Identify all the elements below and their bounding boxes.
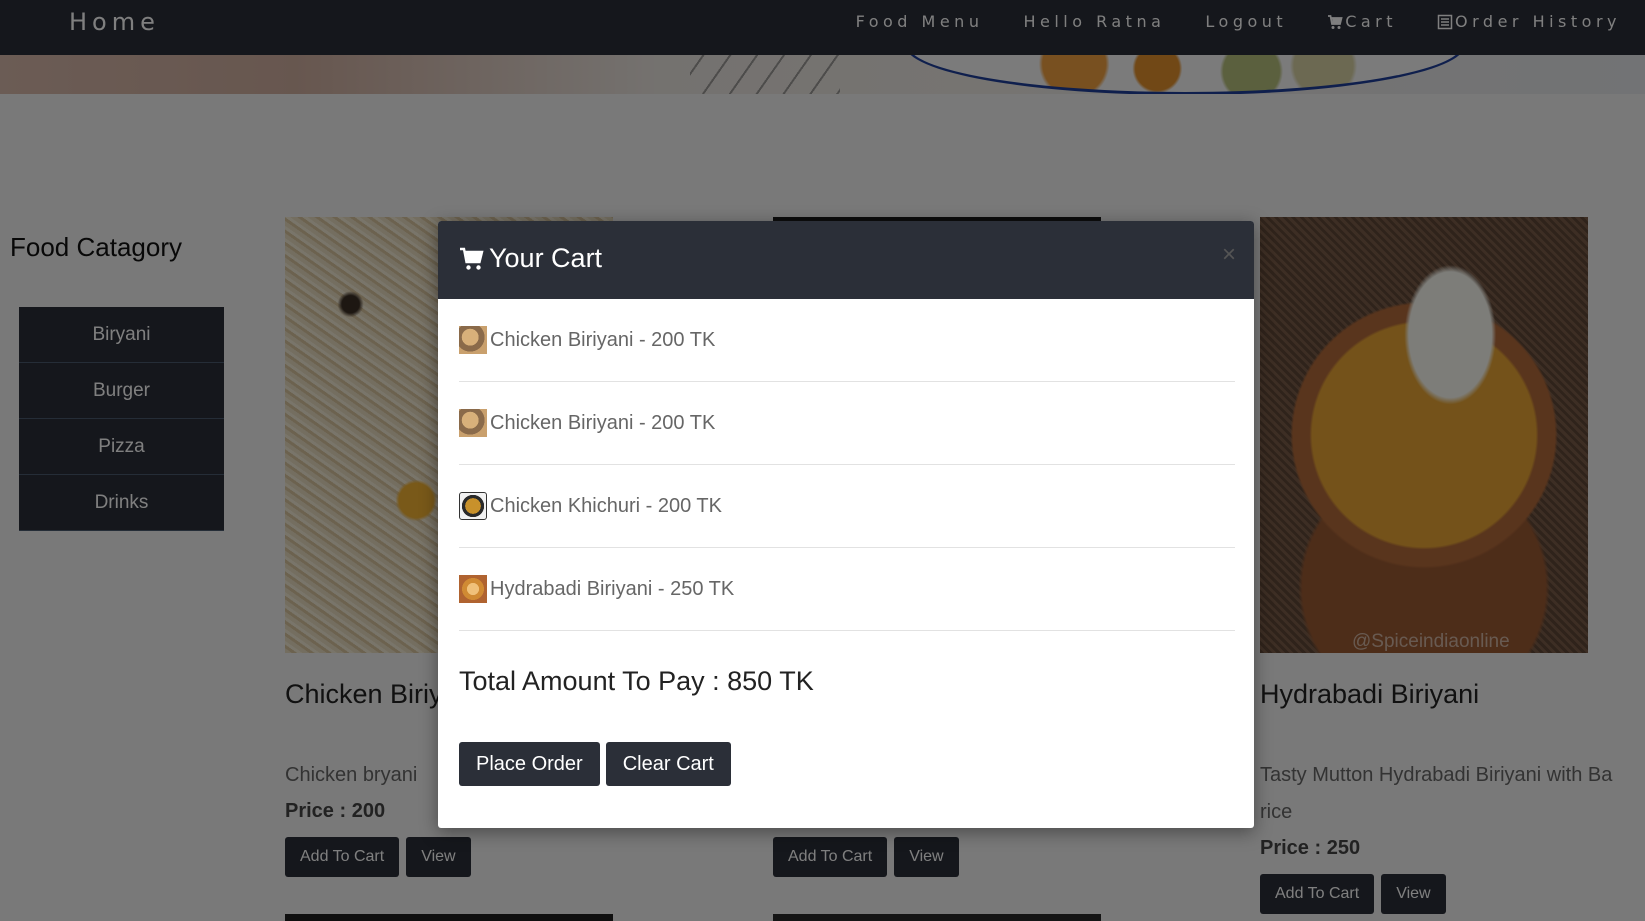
- cart-item: Chicken Biriyani - 200 TK: [459, 299, 1235, 382]
- modal-actions: Place Order Clear Cart: [459, 742, 731, 786]
- item-thumbnail: [459, 326, 487, 354]
- cart-item-label: Hydrabadi Biriyani - 250 TK: [490, 577, 735, 600]
- item-thumbnail: [459, 492, 487, 520]
- cart-item-label: Chicken Biriyani - 200 TK: [490, 411, 716, 434]
- cart-item: Chicken Khichuri - 200 TK: [459, 465, 1235, 548]
- clear-cart-button[interactable]: Clear Cart: [605, 742, 731, 786]
- close-button[interactable]: ×: [1222, 241, 1236, 269]
- total-amount: Total Amount To Pay : 850 TK: [459, 666, 814, 696]
- item-thumbnail: [459, 409, 487, 437]
- cart-modal: Your Cart × Chicken Biriyani - 200 TK Ch…: [438, 221, 1254, 828]
- cart-item-label: Chicken Biriyani - 200 TK: [490, 328, 716, 351]
- cart-icon: [459, 247, 485, 271]
- modal-header: Your Cart ×: [438, 221, 1254, 299]
- cart-item-list: Chicken Biriyani - 200 TK Chicken Biriya…: [459, 299, 1235, 631]
- item-thumbnail: [459, 575, 487, 603]
- modal-title-text: Your Cart: [489, 243, 603, 273]
- cart-item: Chicken Biriyani - 200 TK: [459, 382, 1235, 465]
- modal-title: Your Cart: [459, 243, 602, 274]
- cart-item: Hydrabadi Biriyani - 250 TK: [459, 548, 1235, 631]
- place-order-button[interactable]: Place Order: [459, 742, 600, 786]
- cart-item-label: Chicken Khichuri - 200 TK: [490, 494, 722, 517]
